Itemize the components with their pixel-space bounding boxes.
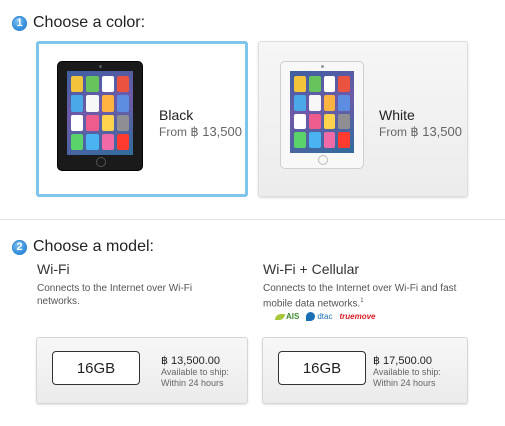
- section-divider: [0, 219, 505, 220]
- carrier-logo-dtac: dtac: [306, 312, 332, 321]
- model-title: Wi-Fi: [37, 261, 70, 277]
- step-2-header: 2 Choose a model:: [12, 238, 154, 256]
- model-option-wifi-16gb[interactable]: 16GB ฿ 13,500.00 Available to ship: With…: [36, 337, 248, 404]
- model-option-cellular-16gb[interactable]: 16GB ฿ 17,500.00 Available to ship: With…: [262, 337, 468, 404]
- color-name: Black: [159, 107, 194, 123]
- ipad-white-image: [280, 61, 364, 169]
- step-number-badge: 2: [12, 239, 27, 255]
- carrier-logos: AIS dtac truemove: [275, 312, 375, 321]
- carrier-logo-truemove: truemove: [339, 312, 376, 321]
- step-number-badge: 1: [12, 15, 27, 31]
- color-name: White: [379, 107, 415, 123]
- color-price: From ฿ 13,500: [379, 124, 462, 139]
- carrier-logo-ais: AIS: [275, 312, 299, 321]
- capacity-button[interactable]: 16GB: [52, 351, 140, 385]
- model-description: Connects to the Internet over Wi-Fi netw…: [37, 283, 193, 307]
- step-title: Choose a model:: [33, 238, 154, 255]
- shipping-info: Available to ship: Within 24 hours: [373, 367, 441, 388]
- shipping-info: Available to ship: Within 24 hours: [161, 367, 229, 388]
- step-1-header: 1 Choose a color:: [12, 14, 145, 32]
- model-title: Wi-Fi + Cellular: [263, 261, 360, 277]
- color-option-white[interactable]: White From ฿ 13,500: [258, 41, 468, 197]
- color-option-black[interactable]: Black From ฿ 13,500: [36, 41, 248, 197]
- ipad-black-image: [57, 61, 143, 171]
- model-price: ฿ 17,500.00: [373, 355, 432, 367]
- model-price: ฿ 13,500.00: [161, 355, 220, 367]
- model-description: Connects to the Internet over Wi-Fi and …: [263, 283, 457, 310]
- capacity-button[interactable]: 16GB: [278, 351, 366, 385]
- color-price: From ฿ 13,500: [159, 124, 242, 139]
- step-title: Choose a color:: [33, 14, 146, 31]
